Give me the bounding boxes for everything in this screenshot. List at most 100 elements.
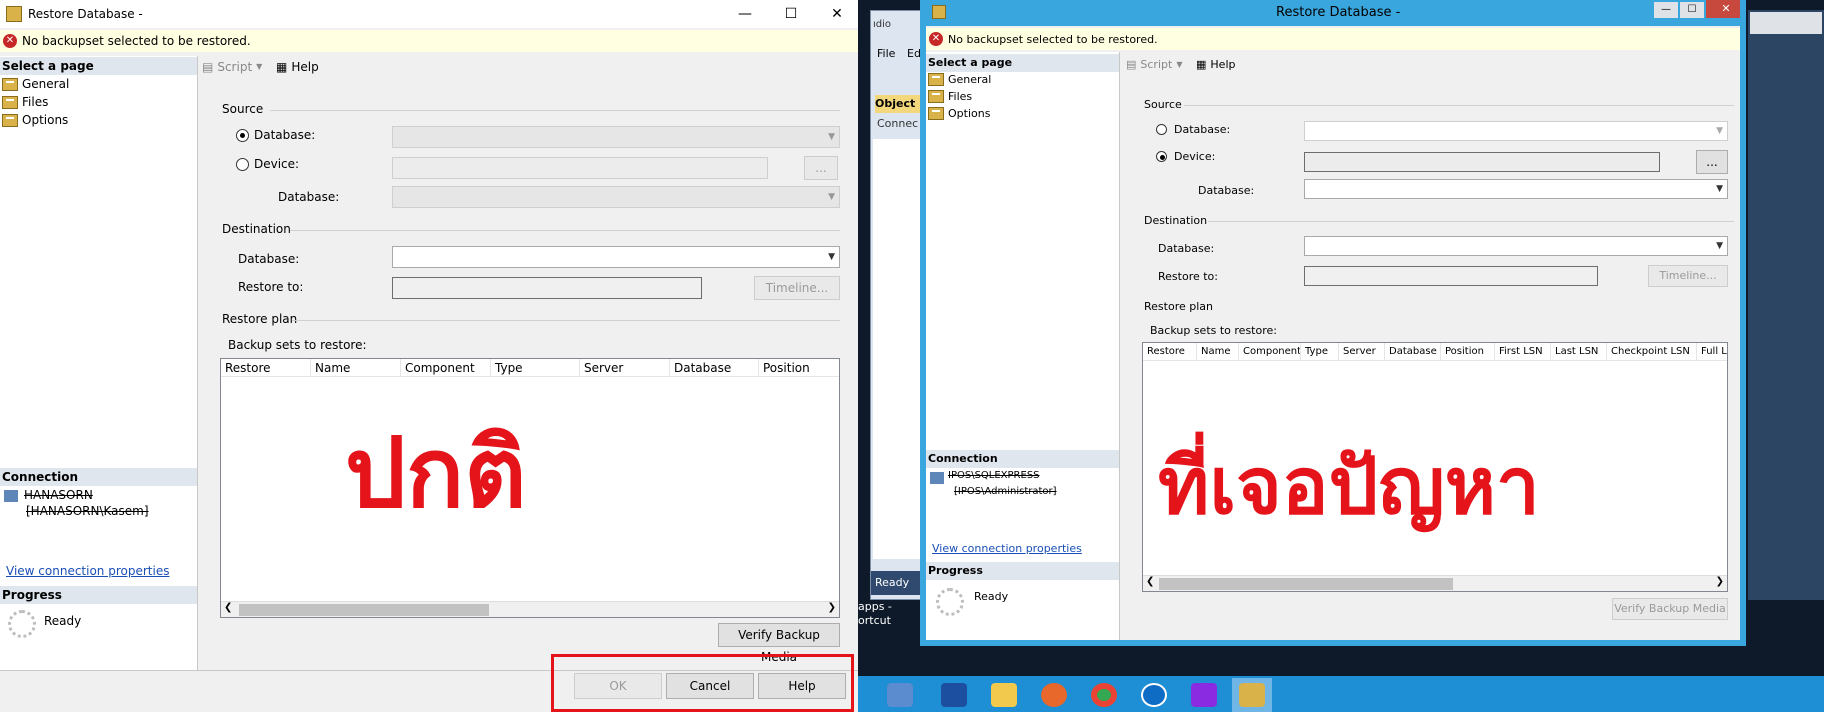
device-path-input[interactable]	[1304, 152, 1660, 172]
scroll-left-icon[interactable]: ❮	[224, 602, 232, 613]
minimize-button[interactable]: —	[722, 0, 768, 28]
device-radio[interactable]	[1156, 151, 1167, 162]
column-position[interactable]: Position	[759, 359, 839, 376]
browse-device-button[interactable]: ...	[804, 156, 838, 180]
app-icon	[6, 6, 22, 22]
device-radio[interactable]	[236, 158, 249, 171]
error-banner: ✕ No backupset selected to be restored.	[0, 30, 858, 52]
restore-to-input[interactable]	[1304, 266, 1598, 286]
timeline-button[interactable]: Timeline...	[1648, 265, 1728, 287]
column-server[interactable]: Server	[580, 359, 670, 376]
close-button[interactable]: ✕	[814, 0, 858, 28]
script-button[interactable]: ▤ Script ▼	[202, 60, 262, 74]
powershell-icon[interactable]	[934, 678, 974, 712]
database-radio[interactable]	[1156, 124, 1167, 135]
teamviewer-icon[interactable]	[1134, 678, 1174, 712]
column-type[interactable]: Type	[1301, 343, 1339, 360]
background-window-controls	[1750, 12, 1822, 34]
source-sub-database-label: Database:	[278, 190, 340, 204]
page-files[interactable]: Files	[2, 95, 48, 109]
group-line	[1208, 221, 1734, 222]
backup-sets-grid[interactable]: Restore Name Component Type Server Datab…	[220, 358, 840, 618]
chrome-icon[interactable]	[1084, 678, 1124, 712]
script-icon: ▤	[202, 60, 214, 74]
column-full-lsn[interactable]: Full L	[1697, 343, 1727, 360]
script-button[interactable]: ▤ Script ▼	[1126, 58, 1182, 72]
column-last-lsn[interactable]: Last LSN	[1551, 343, 1607, 360]
device-radio-label: Device:	[254, 157, 300, 171]
progress-header: Progress	[926, 562, 1119, 580]
error-message: No backupset selected to be restored.	[948, 32, 1158, 46]
page-options[interactable]: Options	[928, 107, 990, 120]
source-database-select[interactable]: ▼	[392, 126, 840, 148]
page-icon	[2, 77, 18, 91]
backup-sets-label: Backup sets to restore:	[1150, 324, 1277, 337]
view-connection-properties-link[interactable]: View connection properties	[932, 542, 1082, 555]
chevron-down-icon: ▼	[1176, 60, 1183, 69]
database-radio[interactable]	[236, 129, 249, 142]
column-position[interactable]: Position	[1441, 343, 1495, 360]
destination-database-select[interactable]: ▼	[1304, 236, 1728, 256]
search-app-icon[interactable]	[1184, 678, 1224, 712]
script-icon: ▤	[1126, 58, 1137, 71]
scroll-right-icon[interactable]: ❯	[1716, 576, 1724, 587]
browse-device-button[interactable]: ...	[1696, 150, 1728, 174]
column-database[interactable]: Database	[670, 359, 759, 376]
folder-icon[interactable]	[984, 678, 1024, 712]
minimize-button[interactable]: —	[1654, 2, 1678, 18]
error-message: No backupset selected to be restored.	[22, 34, 251, 48]
destination-database-select[interactable]: ▼	[392, 246, 840, 268]
column-component[interactable]: Component	[1239, 343, 1301, 360]
help-toolbar-button[interactable]: ▦ Help	[1196, 58, 1235, 71]
close-button[interactable]: ✕	[1706, 0, 1740, 18]
verify-backup-media-button[interactable]: Verify Backup Media	[1612, 598, 1728, 620]
column-restore[interactable]: Restore	[1143, 343, 1197, 360]
column-component[interactable]: Component	[401, 359, 491, 376]
device-path-input[interactable]	[392, 157, 768, 179]
error-banner: ✕ No backupset selected to be restored.	[926, 28, 1740, 50]
column-database[interactable]: Database	[1385, 343, 1441, 360]
source-sub-database-select[interactable]: ▼	[1304, 179, 1728, 199]
timeline-button[interactable]: Timeline...	[754, 276, 840, 300]
chevron-down-icon: ▼	[1716, 126, 1723, 136]
restore-to-label: Restore to:	[238, 280, 304, 294]
progress-header: Progress	[0, 586, 197, 604]
help-toolbar-button[interactable]: ▦ Help	[276, 60, 319, 74]
verify-backup-media-button[interactable]: Verify Backup Media	[718, 623, 840, 664]
column-type[interactable]: Type	[491, 359, 580, 376]
connect-button[interactable]: Connec	[877, 117, 918, 130]
column-checkpoint-lsn[interactable]: Checkpoint LSN	[1607, 343, 1697, 360]
maximize-button[interactable]: ☐	[1680, 2, 1704, 18]
column-name[interactable]: Name	[1197, 343, 1239, 360]
column-restore[interactable]: Restore	[221, 359, 311, 376]
page-general[interactable]: General	[2, 77, 69, 91]
scroll-left-icon[interactable]: ❮	[1146, 576, 1154, 587]
page-icon	[2, 113, 18, 127]
scroll-thumb[interactable]	[1159, 578, 1453, 590]
page-files[interactable]: Files	[928, 90, 972, 103]
column-first-lsn[interactable]: First LSN	[1495, 343, 1551, 360]
progress-spinner-icon	[8, 610, 36, 638]
desktop-shortcut-label: apps - ortcut	[858, 600, 892, 627]
scroll-thumb[interactable]	[239, 604, 489, 616]
page-options[interactable]: Options	[2, 113, 68, 127]
horizontal-scrollbar[interactable]: ❮ ❯	[221, 601, 839, 617]
source-group-label: Source	[222, 102, 264, 116]
server-icon	[4, 490, 18, 502]
menu-file[interactable]: File	[877, 47, 895, 60]
scroll-right-icon[interactable]: ❯	[828, 602, 836, 613]
column-name[interactable]: Name	[311, 359, 401, 376]
firefox-icon[interactable]	[1034, 678, 1074, 712]
restore-to-input[interactable]	[392, 277, 702, 299]
connection-user: [IPOS\Administrator]	[954, 486, 1057, 497]
view-connection-properties-link[interactable]: View connection properties	[6, 564, 169, 578]
maximize-button[interactable]: ☐	[768, 0, 814, 28]
source-sub-database-select[interactable]: ▼	[392, 186, 840, 208]
chevron-down-icon: ▼	[828, 252, 835, 262]
horizontal-scrollbar[interactable]: ❮ ❯	[1143, 575, 1727, 591]
column-server[interactable]: Server	[1339, 343, 1385, 360]
sql-tools-icon[interactable]	[1232, 678, 1272, 712]
file-explorer-icon[interactable]	[880, 678, 920, 712]
page-general[interactable]: General	[928, 73, 991, 86]
source-database-select[interactable]: ▼	[1304, 121, 1728, 141]
